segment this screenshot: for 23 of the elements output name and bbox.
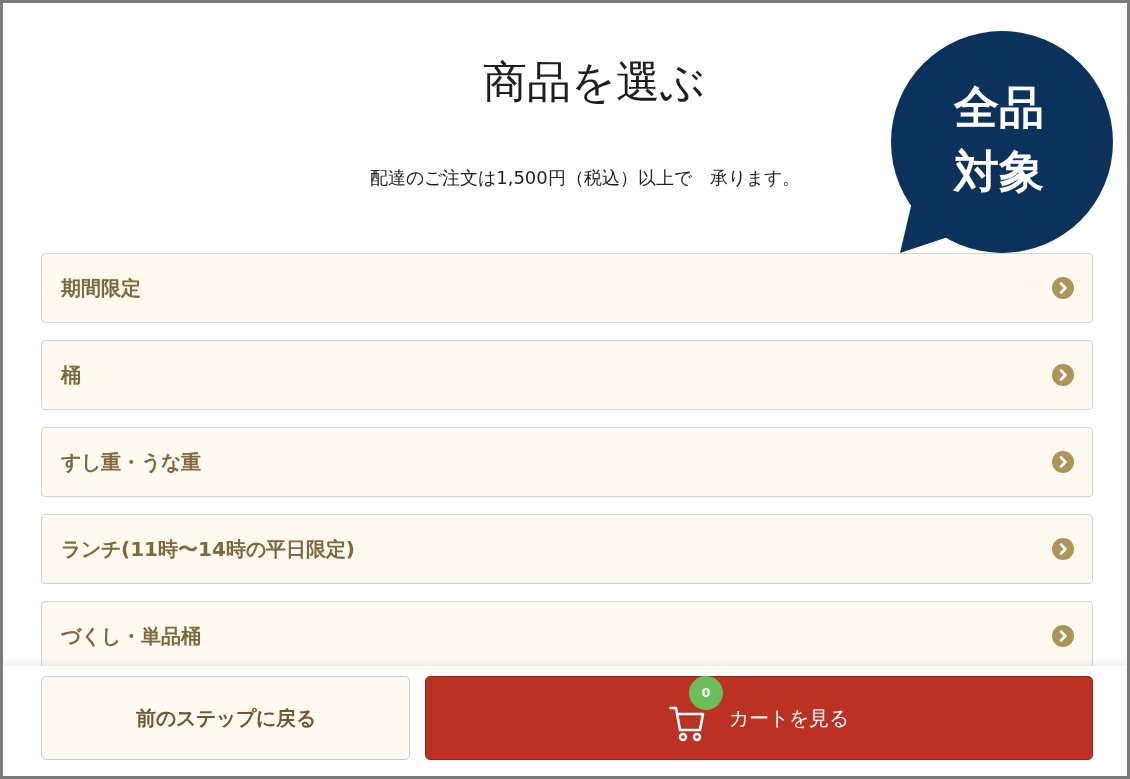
category-label: 期間限定: [61, 275, 141, 302]
bubble-text: 全品対象: [954, 80, 1044, 200]
chevron-right-icon: [1052, 277, 1074, 299]
category-row[interactable]: 期間限定: [41, 253, 1093, 323]
cart-icon: [669, 704, 705, 742]
category-label: ランチ(11時〜14時の平日限定): [61, 536, 355, 563]
category-label: 桶: [61, 362, 81, 389]
view-cart-button[interactable]: 0 カートを見る: [425, 676, 1093, 760]
category-row[interactable]: すし重・うな重: [41, 427, 1093, 497]
delivery-note: 配達のご注文は1,500円（税込）以上で 承ります。: [370, 166, 800, 190]
chevron-right-icon: [1052, 538, 1074, 560]
view-cart-label: カートを見る: [729, 705, 849, 732]
category-row[interactable]: 桶: [41, 340, 1093, 410]
chevron-right-icon: [1052, 625, 1074, 647]
category-label: すし重・うな重: [61, 449, 201, 476]
cart-count-badge: 0: [689, 676, 723, 710]
category-label: づくし・単品桶: [61, 623, 201, 650]
chevron-right-icon: [1052, 364, 1074, 386]
back-button[interactable]: 前のステップに戻る: [41, 676, 410, 760]
page-title: 商品を選ぶ: [483, 55, 705, 108]
category-row[interactable]: ランチ(11時〜14時の平日限定): [41, 514, 1093, 584]
category-row[interactable]: づくし・単品桶: [41, 601, 1093, 666]
chevron-right-icon: [1052, 451, 1074, 473]
